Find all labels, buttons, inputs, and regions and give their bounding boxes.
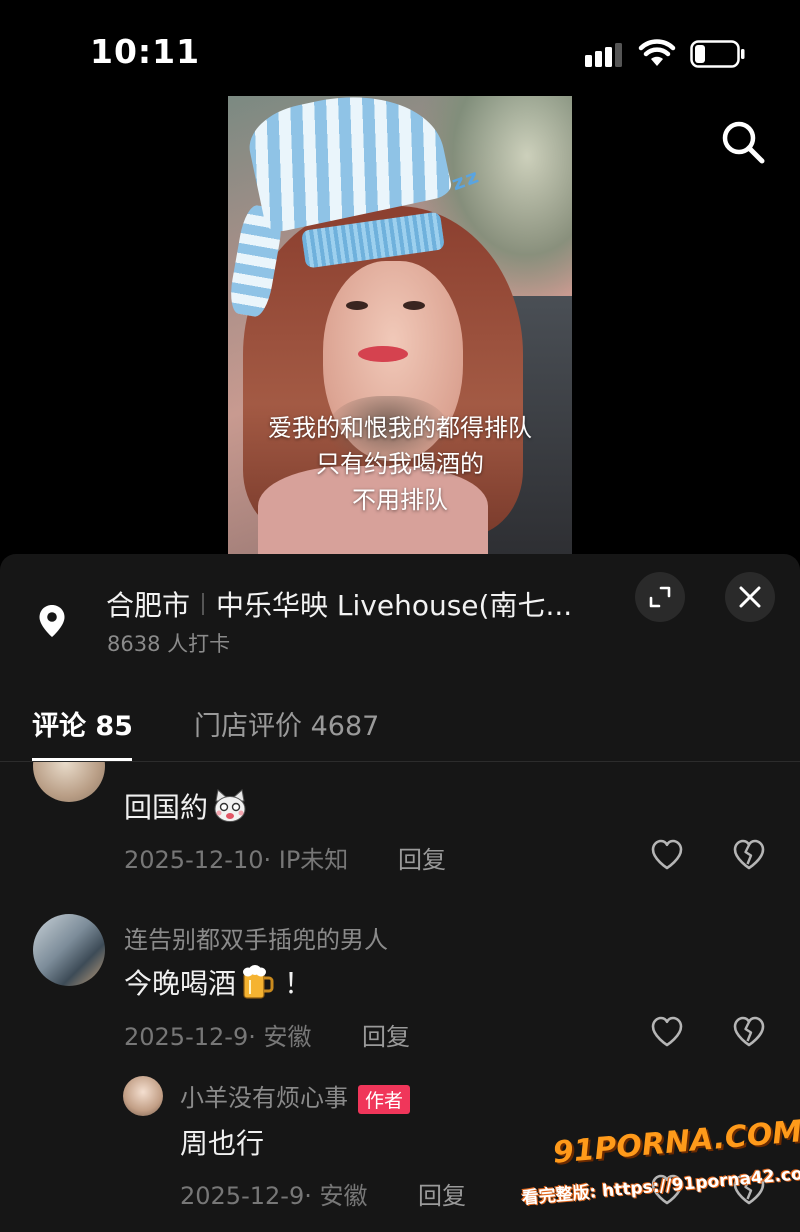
caption-line: 爱我的和恨我的都得排队	[268, 414, 532, 442]
expand-button[interactable]	[635, 572, 685, 622]
location-city: 合肥市	[106, 589, 191, 622]
heart-icon	[651, 839, 683, 870]
broken-heart-icon	[733, 1174, 765, 1205]
search-button[interactable]	[716, 115, 770, 169]
video-eye-left	[346, 301, 368, 310]
sheet-tabs: 评论 85 门店评价 4687	[0, 684, 800, 762]
search-icon	[722, 121, 765, 164]
comment-meta: 2025-12-9· 安徽	[124, 1023, 312, 1051]
tab-comments[interactable]: 评论 85	[32, 704, 133, 743]
battery-icon	[690, 40, 745, 68]
like-button[interactable]	[647, 835, 687, 875]
location-comments-sheet: 合肥市 中乐华映 Livehouse(南七... 8638 人打卡 评论 85 …	[0, 554, 800, 1232]
broken-heart-icon	[733, 1016, 765, 1047]
cat-emoji-icon	[214, 789, 246, 822]
avatar[interactable]	[33, 762, 105, 802]
comment-text: 回国約	[124, 786, 248, 826]
tab-store-reviews[interactable]: 门店评价 4687	[194, 704, 379, 743]
like-button[interactable]	[647, 1170, 687, 1210]
status-bar: 10:11	[0, 0, 800, 100]
heart-icon	[651, 1174, 683, 1205]
location-venue: 中乐华映 Livehouse(南七...	[216, 589, 573, 622]
active-tab-indicator	[32, 758, 132, 761]
reply-author[interactable]: 小羊没有烦心事 作者	[180, 1078, 411, 1114]
beer-emoji-icon	[243, 965, 274, 999]
expand-icon	[649, 586, 671, 608]
video-caption: 爱我的和恨我的都得排队 只有约我喝酒的 不用排队	[228, 410, 572, 518]
comment-meta: 2025-12-9· 安徽	[180, 1182, 368, 1210]
location-pin-icon	[39, 605, 65, 637]
close-button[interactable]	[725, 572, 775, 622]
dislike-button[interactable]	[729, 1012, 769, 1052]
location-separator	[202, 593, 205, 615]
close-icon	[739, 586, 761, 608]
video-eye-right	[403, 301, 425, 310]
dislike-button[interactable]	[729, 1170, 769, 1210]
reply-button[interactable]: 回复	[362, 1017, 410, 1052]
location-checkins: 8638 人打卡	[107, 632, 231, 656]
status-time: 10:11	[90, 32, 201, 71]
avatar[interactable]	[123, 1076, 163, 1116]
heart-icon	[651, 1016, 683, 1047]
comment-list[interactable]: 回国約 2025-12-10· IP未知 回复 连告别都双手插兜的男人 今晚喝酒…	[0, 762, 800, 1232]
reply-button[interactable]: 回复	[418, 1176, 466, 1211]
comment-text: 今晚喝酒 ！	[124, 962, 312, 1002]
avatar[interactable]	[33, 914, 105, 986]
comment-meta: 2025-12-10· IP未知	[124, 846, 349, 874]
location-title[interactable]: 合肥市 中乐华映 Livehouse(南七...	[106, 584, 572, 624]
dislike-button[interactable]	[729, 835, 769, 875]
signal-icon	[585, 43, 622, 67]
video-preview[interactable]: ᶻᶻ 爱我的和恨我的都得排队 只有约我喝酒的 不用排队	[228, 96, 572, 554]
video-lips	[358, 346, 408, 362]
author-badge: 作者	[358, 1084, 411, 1114]
comment-text: 周也行	[180, 1127, 265, 1160]
caption-line: 不用排队	[352, 486, 448, 514]
wifi-icon	[638, 39, 676, 66]
caption-line: 只有约我喝酒的	[316, 450, 484, 478]
like-button[interactable]	[647, 1012, 687, 1052]
reply-button[interactable]: 回复	[398, 840, 446, 875]
comment-author[interactable]: 连告别都双手插兜的男人	[124, 920, 388, 955]
broken-heart-icon	[733, 839, 765, 870]
